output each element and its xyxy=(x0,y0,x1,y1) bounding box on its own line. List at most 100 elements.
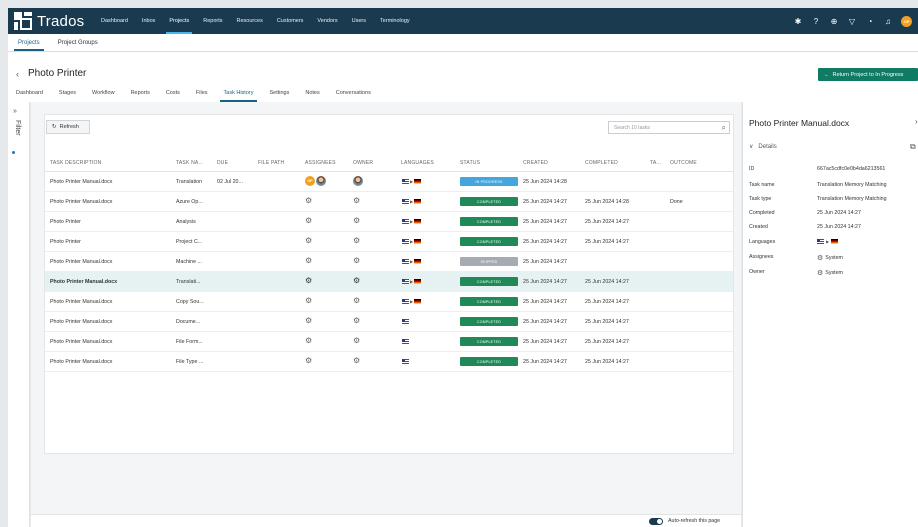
owner-gear-icon[interactable]: ⚙ xyxy=(353,277,360,285)
nav-dashboard[interactable]: Dashboard xyxy=(94,8,135,34)
col-task-name[interactable]: TASK NA... xyxy=(176,160,203,166)
assignee-photo-avatar[interactable] xyxy=(316,176,326,186)
assignee-avatar[interactable]: OP xyxy=(305,176,315,186)
bell-icon[interactable]: ♫ xyxy=(883,16,893,26)
return-project-button[interactable]: ← Return Project to In Progress xyxy=(818,68,918,81)
created-cell: 25 Jun 2024 14:27 xyxy=(523,319,567,325)
detail-value: 667ac5cdfc0e0b4da6213561 xyxy=(817,166,886,172)
auto-refresh-label: Auto-refresh this page xyxy=(668,518,721,524)
nav-resources[interactable]: Resources xyxy=(230,8,270,34)
puzzle-icon[interactable]: ✱ xyxy=(793,16,803,26)
nav-customers[interactable]: Customers xyxy=(270,8,311,34)
table-row[interactable]: Photo Printer Manual.docx Docume... ⚙ ⚙ COMP… xyxy=(45,312,733,332)
tab-notes[interactable]: Notes xyxy=(297,90,327,102)
nav-reports[interactable]: Reports xyxy=(196,8,229,34)
col-ta[interactable]: TA... xyxy=(650,160,661,166)
table-row[interactable]: Photo Printer Project C... ⚙ ⚙ ▶ COMPLETED 25 … xyxy=(45,232,733,252)
col-status[interactable]: STATUS xyxy=(460,160,480,166)
assignee-gear-icon[interactable]: ⚙ xyxy=(305,237,312,245)
trados-logo[interactable]: Trados xyxy=(8,12,94,30)
help-icon[interactable]: ? xyxy=(811,16,821,26)
tab-reports[interactable]: Reports xyxy=(123,90,158,102)
owner-gear-icon[interactable]: ⚙ xyxy=(353,237,360,245)
assignee-gear-icon[interactable]: ⚙ xyxy=(305,257,312,265)
arrow-right-icon: ▶ xyxy=(410,279,414,284)
assignee-gear-icon[interactable]: ⚙ xyxy=(305,317,312,325)
tab-project-groups[interactable]: Project Groups xyxy=(48,40,106,51)
owner-gear-icon[interactable]: ⚙ xyxy=(353,357,360,365)
detail-value: 25 Jun 2024 14:27 xyxy=(817,224,861,230)
main-panel: ↻ Refresh Search 10 tasks ⌕ TASK DESCRIP… xyxy=(31,102,741,527)
filter-rail[interactable]: » Filter xyxy=(8,102,30,527)
owner-gear-icon[interactable]: ⚙ xyxy=(353,217,360,225)
owner-gear-icon[interactable]: ⚙ xyxy=(353,337,360,345)
table-row[interactable]: Photo Printer Manual.docx File Form... ⚙ ⚙ C… xyxy=(45,332,733,352)
status-badge: COMPLETED xyxy=(460,237,518,246)
nav-projects[interactable]: Projects xyxy=(162,8,196,34)
table-row[interactable]: Photo Printer Analysis ⚙ ⚙ ▶ COMPLETED 25 Jun … xyxy=(45,212,733,232)
assignee-gear-icon[interactable]: ⚙ xyxy=(305,277,312,285)
languages-cell: ▶ xyxy=(402,279,422,284)
tab-costs[interactable]: Costs xyxy=(158,90,188,102)
status-badge: SKIPPED xyxy=(460,257,518,266)
col-assignees[interactable]: ASSIGNEES xyxy=(305,160,336,166)
owner-gear-icon[interactable]: ⚙ xyxy=(353,197,360,205)
col-outcome[interactable]: OUTCOME xyxy=(670,160,697,166)
copy-icon[interactable]: ⧉ xyxy=(910,142,916,152)
assignee-gear-icon[interactable]: ⚙ xyxy=(305,297,312,305)
auto-refresh-toggle[interactable] xyxy=(649,518,663,525)
detail-value: System xyxy=(825,255,843,261)
top-bar: Trados Dashboard Inbox Projects Reports … xyxy=(8,8,918,34)
col-languages[interactable]: LANGUAGES xyxy=(401,160,434,166)
tab-settings[interactable]: Settings xyxy=(261,90,297,102)
detail-value-wrap: 25 Jun 2024 14:27 xyxy=(817,210,861,216)
col-due[interactable]: DUE xyxy=(217,160,228,166)
back-chevron-icon[interactable]: ‹ xyxy=(16,69,19,79)
col-task-description[interactable]: TASK DESCRIPTION xyxy=(50,160,101,166)
assignee-gear-icon[interactable]: ⚙ xyxy=(305,217,312,225)
close-details-icon[interactable]: › xyxy=(915,117,918,126)
owner-gear-icon[interactable]: ⚙ xyxy=(353,297,360,305)
search-icon[interactable]: ⌕ xyxy=(722,123,726,133)
assignee-gear-icon[interactable]: ⚙ xyxy=(305,337,312,345)
tab-workflow[interactable]: Workflow xyxy=(84,90,123,102)
col-owner[interactable]: OWNER xyxy=(353,160,373,166)
expand-filter-icon[interactable]: » xyxy=(13,108,17,115)
owner-gear-icon[interactable]: ⚙ xyxy=(353,317,360,325)
tab-projects[interactable]: Projects xyxy=(8,40,48,51)
owner-gear-icon[interactable]: ⚙ xyxy=(353,257,360,265)
tab-stages[interactable]: Stages xyxy=(51,90,84,102)
nav-users[interactable]: Users xyxy=(345,8,373,34)
nav-terminology[interactable]: Terminology xyxy=(373,8,417,34)
chat-icon[interactable]: ◔ xyxy=(865,16,875,26)
filter-label: Filter xyxy=(14,120,21,136)
created-cell: 25 Jun 2024 14:27 xyxy=(523,279,567,285)
owner-photo-avatar[interactable] xyxy=(353,176,363,186)
details-section-toggle[interactable]: ∨ Details xyxy=(749,143,777,151)
tab-conversations[interactable]: Conversations xyxy=(328,90,379,102)
assignee-gear-icon[interactable]: ⚙ xyxy=(305,357,312,365)
assignee-gear-icon[interactable]: ⚙ xyxy=(305,197,312,205)
tab-files[interactable]: Files xyxy=(188,90,216,102)
refresh-button[interactable]: ↻ Refresh xyxy=(46,120,90,134)
search-input[interactable]: Search 10 tasks ⌕ xyxy=(608,121,730,134)
arrow-right-icon: ▶ xyxy=(410,259,414,264)
table-row[interactable]: Photo Printer Manual.docx File Type ... ⚙ ⚙… xyxy=(45,352,733,372)
nav-vendors[interactable]: Vendors xyxy=(310,8,344,34)
col-created[interactable]: CREATED xyxy=(523,160,548,166)
filter-icon[interactable]: ▽ xyxy=(847,16,857,26)
table-row[interactable]: Photo Printer Manual.docx Translati... ⚙ ⚙ ▶… xyxy=(45,272,733,292)
tab-task-history[interactable]: Task History xyxy=(216,90,262,102)
user-avatar[interactable]: OP xyxy=(901,15,912,27)
languages-cell: ▶ xyxy=(402,199,422,204)
col-completed[interactable]: COMPLETED xyxy=(585,160,618,166)
table-row[interactable]: Photo Printer Manual.docx Machine ... ⚙ ⚙ ▶ S… xyxy=(45,252,733,272)
table-row[interactable]: Photo Printer Manual.docx Azure Op... ⚙ ⚙ ▶ C… xyxy=(45,192,733,212)
col-file-path[interactable]: FILE PATH xyxy=(258,160,284,166)
task-description-cell: Photo Printer Manual.docx xyxy=(50,279,118,285)
table-row[interactable]: Photo Printer Manual.docx Translation 02 J… xyxy=(45,172,733,192)
table-row[interactable]: Photo Printer Manual.docx Copy Sou... ⚙ ⚙ ▶ C… xyxy=(45,292,733,312)
tab-dashboard[interactable]: Dashboard xyxy=(8,90,51,102)
globe-icon[interactable]: ⊕ xyxy=(829,16,839,26)
nav-inbox[interactable]: Inbox xyxy=(135,8,162,34)
